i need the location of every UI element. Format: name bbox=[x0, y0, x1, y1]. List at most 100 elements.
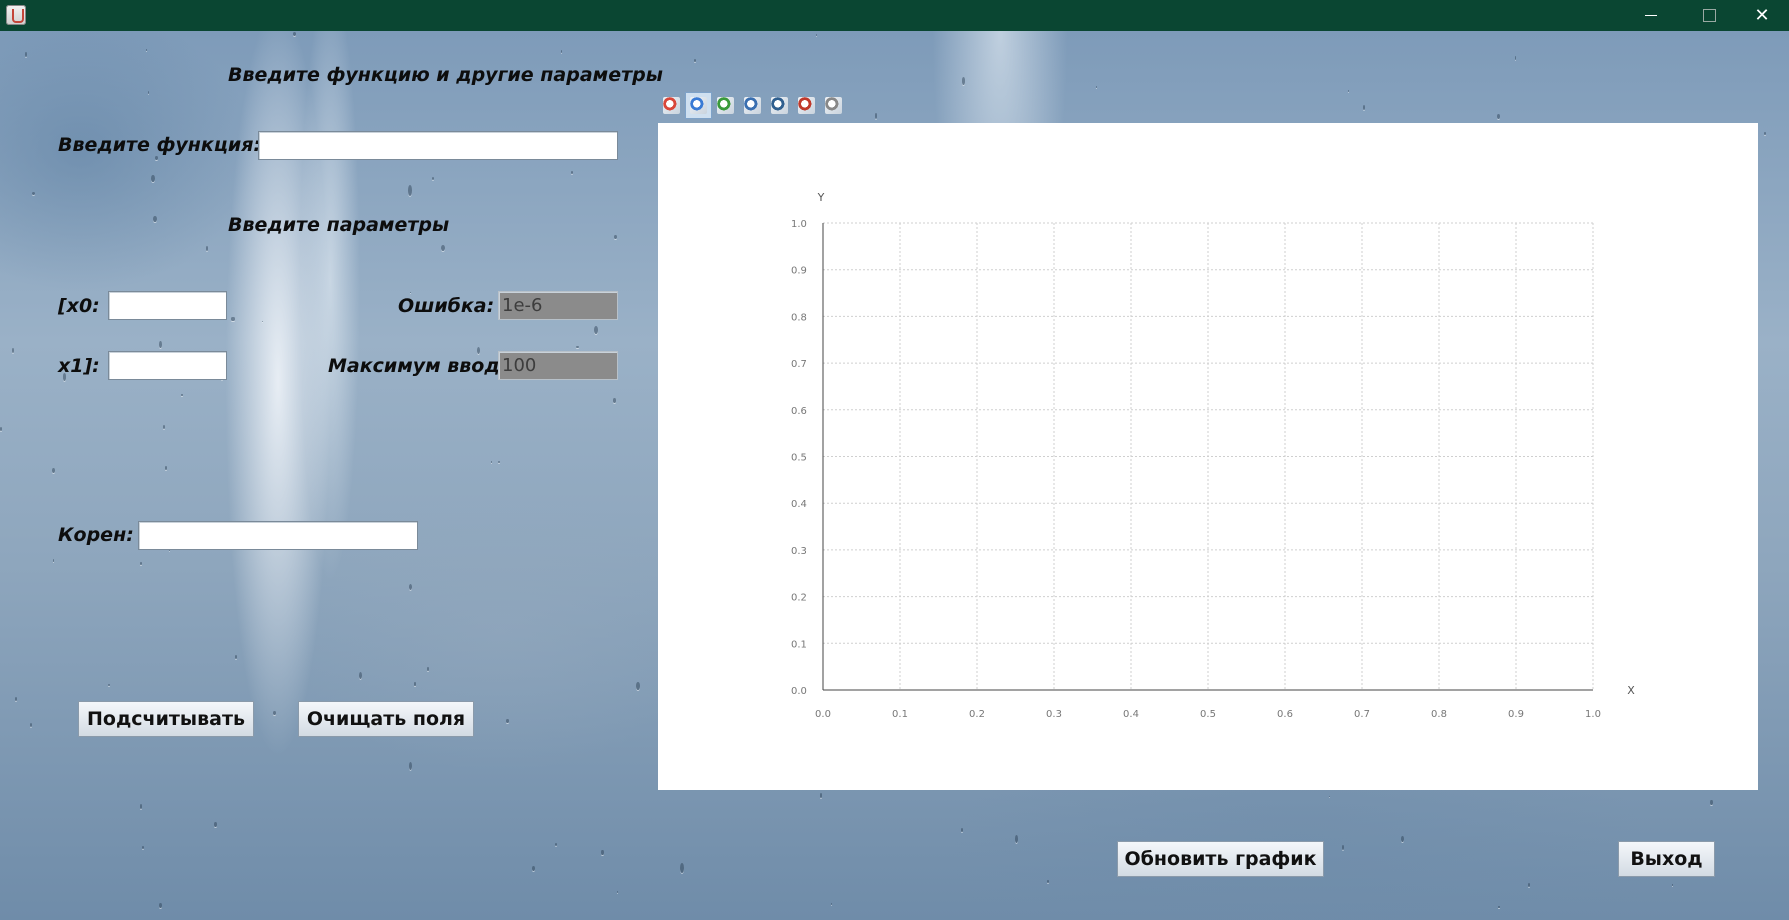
exit-button[interactable]: Выход bbox=[1618, 841, 1715, 877]
x-tick-label: 0.6 bbox=[1277, 709, 1293, 720]
x0-input[interactable] bbox=[108, 291, 227, 320]
rain-drop bbox=[1527, 883, 1530, 888]
rain-drop bbox=[261, 320, 264, 323]
x-tick-label: 0.8 bbox=[1431, 709, 1447, 720]
rain-drop bbox=[571, 171, 574, 175]
rain-drop bbox=[155, 155, 158, 161]
x-tick-label: 0.4 bbox=[1123, 709, 1139, 720]
root-output[interactable] bbox=[138, 521, 418, 550]
y-tick-label: 0.2 bbox=[791, 593, 807, 604]
rain-drop bbox=[1363, 104, 1366, 110]
rain-drop bbox=[159, 902, 162, 908]
function-input[interactable] bbox=[258, 131, 618, 160]
rain-drop bbox=[409, 583, 413, 590]
minimize-button[interactable] bbox=[1624, 0, 1678, 31]
rain-drop bbox=[819, 792, 823, 798]
error-field: 1e-6 bbox=[498, 291, 618, 320]
rain-drop bbox=[874, 112, 878, 119]
minimize-icon bbox=[1645, 15, 1657, 16]
rain-drop bbox=[427, 666, 429, 672]
chart-edit-tool-button[interactable] bbox=[766, 92, 793, 119]
save-image-icon bbox=[798, 97, 815, 114]
chart-toolbar bbox=[658, 92, 847, 120]
x1-input[interactable] bbox=[108, 351, 227, 380]
x-tick-label: 0.7 bbox=[1354, 709, 1370, 720]
zoom-area-tool-button[interactable] bbox=[712, 92, 739, 119]
rain-drop bbox=[139, 804, 143, 809]
y-tick-label: 0.3 bbox=[791, 546, 807, 557]
rain-drop bbox=[694, 59, 697, 63]
zoom-icon bbox=[690, 97, 707, 114]
rain-drop bbox=[214, 822, 217, 827]
clear-fields-button[interactable]: Очищать поля bbox=[298, 701, 474, 737]
rain-drop bbox=[554, 842, 557, 846]
zoom-area-icon bbox=[717, 97, 734, 114]
error-label: Ошибка: bbox=[398, 295, 495, 317]
java-app-icon[interactable] bbox=[6, 5, 26, 25]
rain-drop bbox=[680, 863, 685, 874]
rain-drop bbox=[205, 245, 208, 251]
rain-drop bbox=[414, 682, 416, 686]
rain-drop bbox=[151, 174, 156, 182]
close-icon: ✕ bbox=[1754, 5, 1770, 26]
rain-drop bbox=[593, 326, 598, 335]
x-tick-label: 0.1 bbox=[892, 709, 908, 720]
rain-drop bbox=[0, 427, 3, 431]
rain-drop bbox=[601, 849, 604, 856]
x-axis-label: X bbox=[1627, 684, 1635, 697]
grid-tool-button[interactable] bbox=[820, 92, 847, 119]
rain-drop bbox=[234, 654, 237, 659]
maximize-button[interactable] bbox=[1682, 0, 1736, 31]
y-tick-label: 0.6 bbox=[791, 406, 807, 417]
rain-drop bbox=[32, 191, 36, 195]
pan-icon bbox=[744, 97, 761, 114]
rain-drop bbox=[441, 245, 445, 252]
zoom-fit-tool-button[interactable] bbox=[658, 92, 685, 119]
y-tick-label: 0.4 bbox=[791, 499, 807, 510]
rain-drop bbox=[476, 347, 481, 355]
y-tick-label: 1.0 bbox=[791, 219, 807, 230]
rain-drop bbox=[162, 424, 165, 430]
update-chart-button[interactable]: Обновить график bbox=[1117, 841, 1324, 877]
rain-drop bbox=[831, 902, 833, 905]
rain-drop bbox=[51, 468, 55, 474]
root-label: Корен: bbox=[58, 524, 134, 546]
calculate-button[interactable]: Подсчитывать bbox=[78, 701, 254, 737]
rain-drop bbox=[1014, 835, 1019, 844]
rain-drop bbox=[29, 722, 33, 728]
rain-drop bbox=[636, 682, 640, 691]
rain-drop bbox=[431, 177, 434, 181]
rain-drop bbox=[231, 317, 235, 321]
x-tick-label: 0.2 bbox=[969, 709, 985, 720]
x1-label: x1]: bbox=[58, 355, 100, 377]
rain-drop bbox=[576, 345, 579, 349]
x-tick-label: 1.0 bbox=[1585, 709, 1601, 720]
rain-drop bbox=[168, 549, 170, 552]
zoom-tool-button[interactable] bbox=[685, 92, 712, 119]
rain-drop bbox=[409, 761, 413, 770]
y-tick-label: 0.7 bbox=[791, 359, 807, 370]
rain-drop bbox=[407, 185, 412, 196]
rain-drop bbox=[1764, 131, 1766, 135]
title-bar: ✕ bbox=[0, 0, 1789, 31]
close-button[interactable]: ✕ bbox=[1735, 0, 1789, 31]
rain-drop bbox=[25, 51, 28, 57]
rain-drop bbox=[15, 696, 18, 701]
rain-drop bbox=[181, 394, 183, 397]
save-image-tool-button[interactable] bbox=[793, 92, 820, 119]
rain-drop bbox=[358, 671, 362, 680]
y-tick-label: 0.1 bbox=[791, 639, 807, 650]
params-heading: Введите параметры bbox=[228, 214, 450, 236]
rain-drop bbox=[1498, 906, 1500, 908]
rain-drop bbox=[141, 846, 144, 850]
y-axis-label: Y bbox=[817, 191, 825, 204]
x-tick-label: 0.5 bbox=[1200, 709, 1216, 720]
pan-tool-button[interactable] bbox=[739, 92, 766, 119]
rain-drop bbox=[1496, 113, 1500, 119]
x0-label: [x0: bbox=[58, 295, 100, 317]
rain-drop bbox=[1514, 56, 1517, 60]
grid-icon bbox=[825, 97, 842, 114]
max-iterations-field: 100 bbox=[498, 351, 618, 380]
y-tick-label: 0.5 bbox=[791, 453, 807, 464]
zoom-fit-icon bbox=[663, 97, 680, 114]
